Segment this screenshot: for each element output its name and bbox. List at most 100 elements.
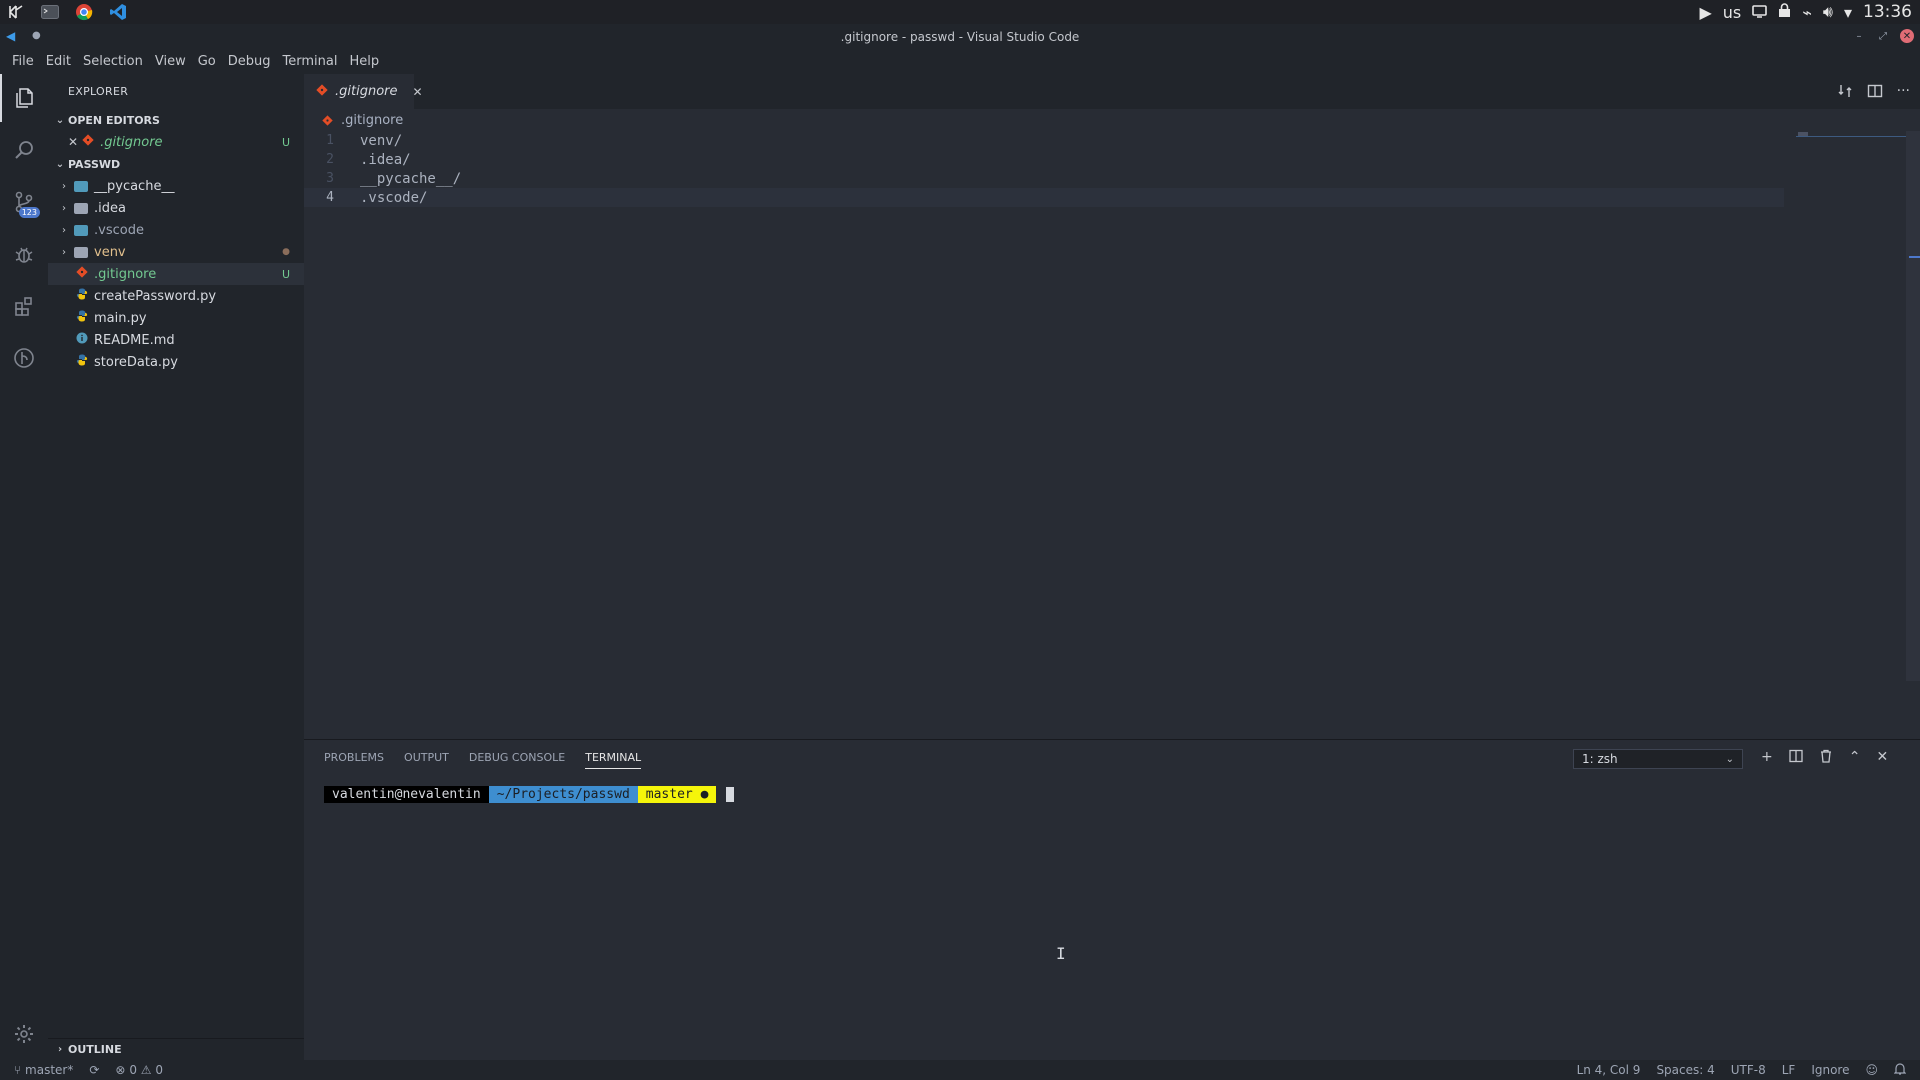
play-icon[interactable]: ▶	[1699, 3, 1711, 22]
terminal-app-icon[interactable]	[40, 2, 60, 22]
open-editor-status: U	[281, 135, 290, 149]
terminal-select-value: 1: zsh	[1582, 752, 1618, 766]
terminal-select[interactable]: 1: zsh ⌄	[1573, 749, 1743, 769]
project-header[interactable]: ⌄ PASSWD	[48, 153, 304, 175]
trash-icon[interactable]	[1819, 749, 1833, 767]
git-graph-icon[interactable]	[0, 334, 48, 382]
tab-debug-console[interactable]: DEBUG CONSOLE	[469, 751, 565, 764]
git-branch-icon: ⑂	[14, 1063, 22, 1077]
modified-dot: ●	[282, 247, 290, 257]
tree-item-vscode[interactable]: › .vscode	[48, 219, 304, 241]
tree-item-venv[interactable]: › venv ●	[48, 241, 304, 263]
split-editor-icon[interactable]	[1867, 83, 1883, 103]
chevron-right-icon: ›	[62, 202, 66, 214]
tree-item-pycache[interactable]: › __pycache__	[48, 175, 304, 197]
open-editors-label: OPEN EDITORS	[68, 113, 160, 127]
warning-icon: ⚠	[140, 1063, 152, 1077]
folder-icon	[74, 180, 88, 192]
tree-item-label: .idea	[94, 200, 126, 216]
menu-go[interactable]: Go	[192, 54, 222, 69]
menu-view[interactable]: View	[149, 54, 192, 69]
tree-item-createpassword[interactable]: createPassword.py	[48, 285, 304, 307]
vscode-app-icon[interactable]	[108, 2, 128, 22]
indentation[interactable]: Spaces: 4	[1656, 1063, 1714, 1077]
terminal-prompt[interactable]: valentin@nevalentin ~/Projects/passwd ma…	[324, 786, 735, 803]
line-text: __pycache__/	[360, 170, 462, 187]
tray-expand-icon[interactable]: ▾	[1844, 3, 1852, 22]
debug-icon[interactable]	[0, 230, 48, 278]
open-changes-icon[interactable]	[1837, 83, 1853, 103]
git-file-icon	[76, 266, 88, 282]
search-icon[interactable]	[0, 126, 48, 174]
line-number: 1	[326, 133, 334, 148]
clock[interactable]: 13:36	[1863, 2, 1912, 22]
code-area[interactable]: 1 venv/ 2 .idea/ 3 __pycache__/ 4 .vscod…	[304, 131, 1920, 207]
encoding[interactable]: UTF-8	[1731, 1063, 1766, 1077]
menu-file[interactable]: File	[6, 54, 40, 69]
menu-terminal[interactable]: Terminal	[277, 54, 344, 69]
tree-item-label: .vscode	[94, 222, 144, 238]
tree-item-storedata[interactable]: storeData.py	[48, 351, 304, 373]
prompt-git: master ●	[637, 786, 717, 803]
tab-terminal[interactable]: TERMINAL	[585, 751, 642, 769]
chrome-app-icon[interactable]	[74, 2, 94, 22]
window-pin-icon[interactable]: ●	[32, 30, 41, 41]
tab-output[interactable]: OUTPUT	[404, 751, 449, 764]
line-number: 2	[326, 152, 334, 167]
lock-icon[interactable]	[1778, 2, 1791, 22]
language-mode[interactable]: Ignore	[1811, 1063, 1849, 1077]
menu-edit[interactable]: Edit	[40, 54, 77, 69]
tree-item-gitignore[interactable]: .gitignore U	[48, 263, 304, 285]
menu-debug[interactable]: Debug	[222, 54, 277, 69]
settings-gear-icon[interactable]	[0, 1010, 48, 1058]
editor-tab-gitignore[interactable]: .gitignore ✕	[304, 74, 423, 109]
maximize-button[interactable]: ⤢	[1876, 29, 1890, 43]
breadcrumb-file[interactable]: .gitignore	[341, 113, 403, 128]
untracked-badge: U	[281, 267, 290, 281]
tree-item-readme[interactable]: README.md	[48, 329, 304, 351]
new-terminal-icon[interactable]: +	[1761, 749, 1773, 767]
kde-launcher-icon[interactable]	[6, 2, 26, 22]
python-file-icon	[76, 288, 88, 304]
keyboard-layout[interactable]: us	[1723, 3, 1741, 22]
editor-scrollbar[interactable]	[1906, 131, 1920, 681]
minimize-button[interactable]: –	[1852, 29, 1866, 43]
menu-selection[interactable]: Selection	[77, 54, 149, 69]
notifications-icon[interactable]	[1752, 3, 1768, 22]
tree-item-main[interactable]: main.py	[48, 307, 304, 329]
maximize-panel-icon[interactable]: ⌃	[1849, 749, 1861, 767]
sync-icon[interactable]: ⟳	[89, 1063, 99, 1077]
close-panel-icon[interactable]: ✕	[1876, 749, 1888, 767]
editor-tab-bar: .gitignore ✕ ···	[304, 74, 1920, 109]
open-editors-header[interactable]: ⌄ OPEN EDITORS	[48, 109, 304, 131]
source-control-icon[interactable]: 123	[0, 178, 48, 226]
breadcrumb[interactable]: .gitignore	[304, 109, 1920, 131]
volume-icon[interactable]: 🔊︎	[1823, 2, 1833, 22]
line-number: 4	[326, 190, 334, 205]
clipboard-icon[interactable]: ⌁	[1802, 3, 1812, 22]
problems-status[interactable]: ⊗ 0 ⚠ 0	[115, 1063, 163, 1077]
extensions-icon[interactable]	[0, 282, 48, 330]
activity-bar: 123	[0, 74, 48, 1060]
window-close-button[interactable]: ✕	[1900, 29, 1914, 43]
tab-problems[interactable]: PROBLEMS	[324, 751, 384, 764]
tab-close-icon[interactable]: ✕	[413, 85, 423, 99]
notifications-bell-icon[interactable]	[1893, 1062, 1907, 1078]
more-actions-icon[interactable]: ···	[1897, 83, 1910, 103]
minimap-viewport	[1796, 136, 1906, 137]
cursor-position[interactable]: Ln 4, Col 9	[1577, 1063, 1641, 1077]
end-of-line[interactable]: LF	[1782, 1063, 1796, 1077]
branch-status[interactable]: ⑂ master*	[14, 1063, 73, 1077]
tree-item-label: README.md	[94, 332, 175, 348]
info-icon	[76, 332, 88, 348]
feedback-smiley-icon[interactable]: ☺	[1865, 1063, 1878, 1077]
explorer-icon[interactable]	[0, 74, 48, 122]
menu-help[interactable]: Help	[343, 54, 385, 69]
split-terminal-icon[interactable]	[1789, 749, 1803, 767]
open-editor-item[interactable]: ✕ .gitignore U	[48, 131, 304, 153]
close-icon[interactable]: ✕	[68, 135, 78, 149]
sidebar-title: EXPLORER	[68, 85, 129, 98]
chevron-right-icon: ›	[62, 246, 66, 258]
tree-item-idea[interactable]: › .idea	[48, 197, 304, 219]
outline-header[interactable]: › OUTLINE	[48, 1038, 304, 1060]
